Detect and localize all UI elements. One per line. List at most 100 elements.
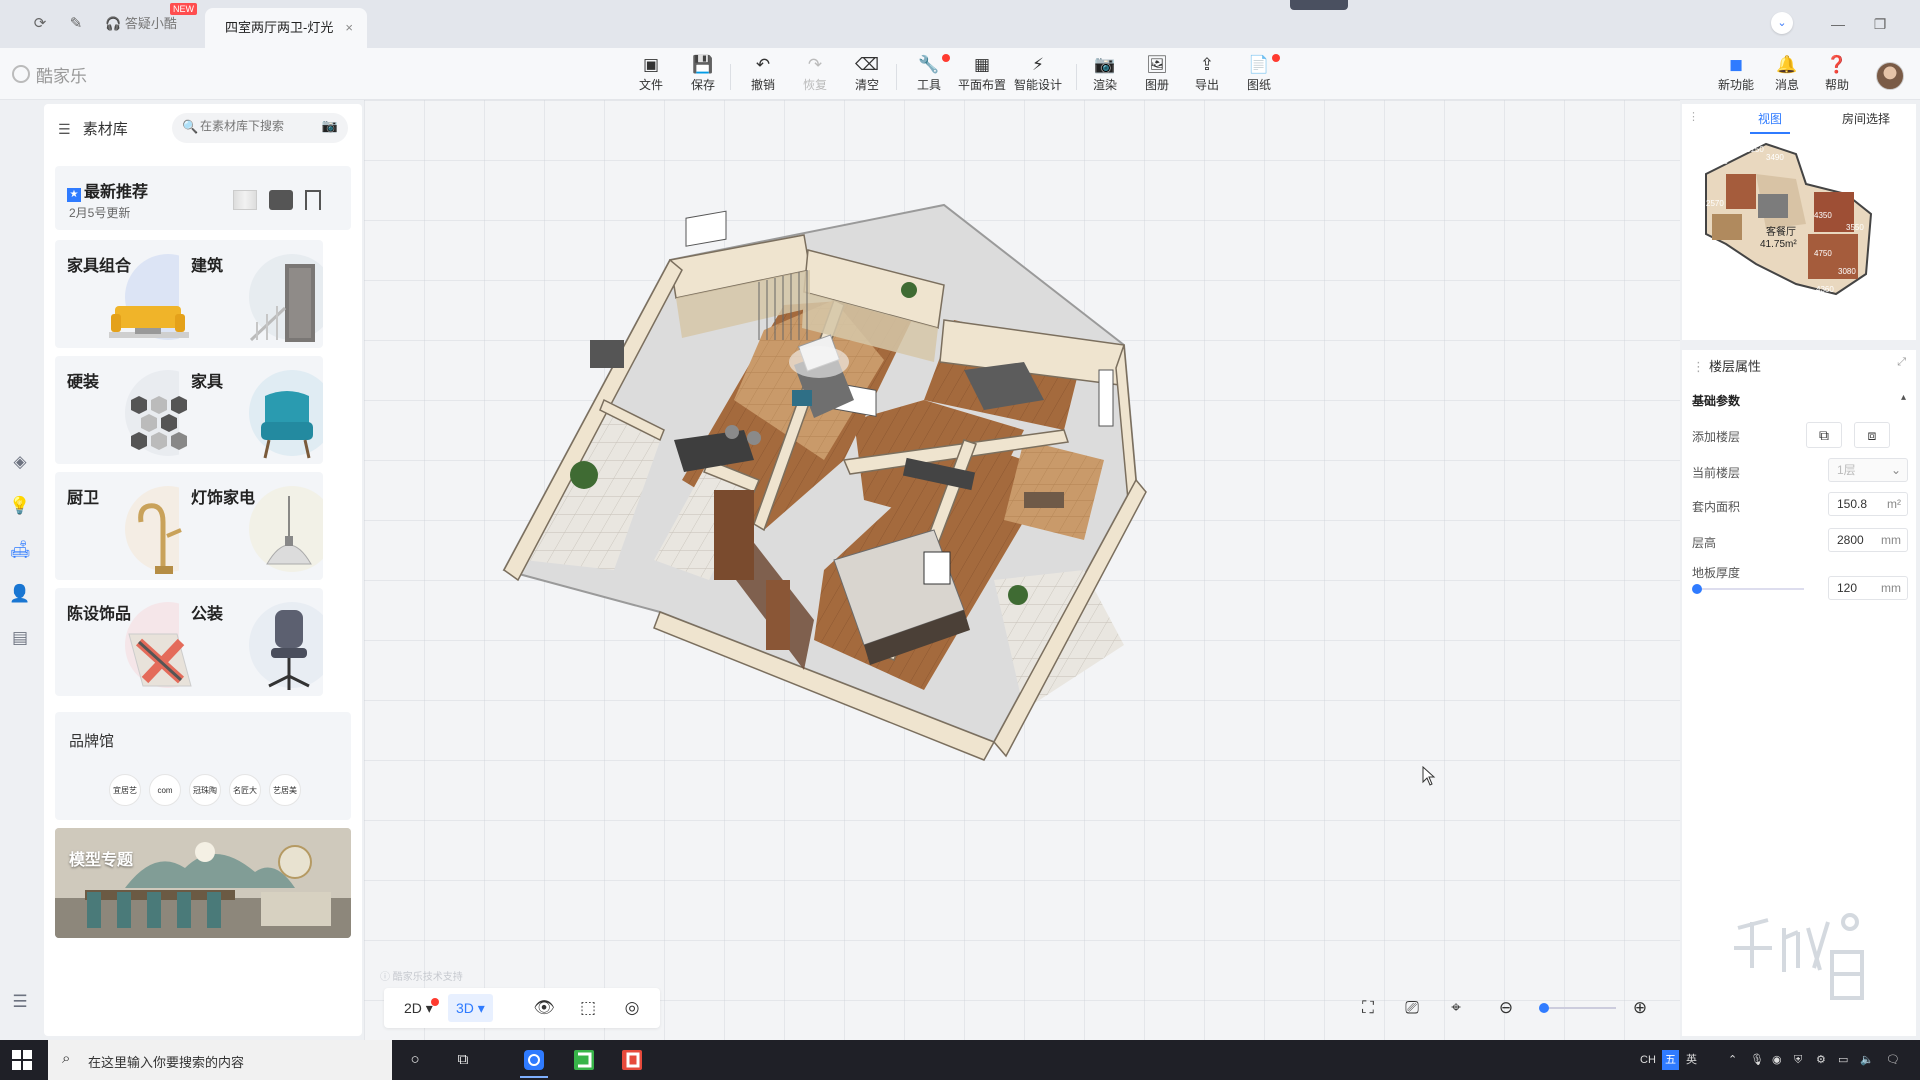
save-button[interactable]: 💾 保存	[688, 54, 718, 98]
add-floor-above-button[interactable]: ⧉	[1806, 422, 1842, 448]
cabinet-icon[interactable]: ▤	[8, 626, 32, 650]
render-button[interactable]: 📷 渲染	[1090, 54, 1120, 98]
layers-icon[interactable]: ◈	[8, 450, 32, 474]
floorplan-3d-view[interactable]	[364, 100, 1680, 1040]
floorplan-button[interactable]: ▦ 平面布置	[956, 54, 1008, 98]
category-kitchen-bath[interactable]: 厨卫	[55, 472, 199, 580]
category-hard-decor[interactable]: 硬装	[55, 356, 199, 464]
thickness-slider-knob[interactable]	[1692, 584, 1702, 594]
screenshot-icon[interactable]: ⛶	[1356, 996, 1380, 1020]
restore-icon[interactable]: ❐	[1866, 10, 1894, 38]
lightbulb-icon[interactable]: 💡	[8, 494, 32, 518]
user-icon[interactable]: 👤	[8, 582, 32, 606]
zoom-slider-knob[interactable]	[1538, 1003, 1549, 1013]
category-furniture[interactable]: 家具	[179, 356, 323, 464]
category-decoration[interactable]: 陈设饰品	[55, 588, 199, 696]
wechat-icon[interactable]: ◉	[1772, 1050, 1782, 1070]
design-canvas[interactable]	[364, 100, 1680, 1040]
network-icon[interactable]: ▭	[1838, 1050, 1848, 1070]
search-input[interactable]	[200, 119, 310, 133]
settings-icon[interactable]: ⚙	[1816, 1050, 1826, 1070]
taskbar-app-browser[interactable]	[514, 1042, 554, 1078]
camera-view-icon[interactable]: ⎚	[1400, 996, 1424, 1020]
category-architecture[interactable]: 建筑	[179, 240, 323, 348]
sofa-icon[interactable]: 🛋	[8, 538, 32, 562]
avatar[interactable]	[1876, 62, 1904, 90]
eye-icon[interactable]: 👁	[532, 996, 556, 1020]
smart-design-button[interactable]: ⚡ 智能设计	[1012, 54, 1064, 98]
add-floor-below-button[interactable]: ⧈	[1854, 422, 1890, 448]
zoom-in-icon[interactable]: ⊕	[1628, 996, 1652, 1020]
brand-logo[interactable]: 艺居美家	[269, 774, 301, 806]
windows-start-icon[interactable]	[12, 1050, 32, 1070]
minimap[interactable]: 客餐厅 41.75m² 3670 3150 3490 2570 3460 435…	[1696, 134, 1896, 314]
thickness-slider[interactable]	[1692, 584, 1804, 594]
category-lighting[interactable]: 灯饰家电	[179, 472, 323, 580]
minimize-icon[interactable]: —	[1824, 10, 1852, 38]
close-tab-icon[interactable]: ×	[345, 8, 353, 48]
cube-icon[interactable]: ⬚	[576, 996, 600, 1020]
redo-button[interactable]: ↷ 恢复	[800, 54, 830, 98]
tab-view[interactable]: 视图	[1749, 108, 1791, 134]
view-3d-button[interactable]: 3D ▾	[448, 994, 493, 1022]
category-office[interactable]: 公装	[179, 588, 323, 696]
messages-button[interactable]: 🔔 消息	[1772, 54, 1802, 98]
tab-help[interactable]: 🎧 答疑小酷 NEW	[105, 3, 197, 36]
taskbar-app-green[interactable]	[564, 1042, 604, 1078]
task-view-icon[interactable]: ⧉	[448, 1046, 478, 1074]
export-button[interactable]: ⇪ 导出	[1192, 54, 1222, 98]
messages-label: 消息	[1774, 78, 1799, 92]
tab-room-select[interactable]: 房间选择	[1842, 108, 1890, 130]
undo-button[interactable]: ↶ 撤销	[748, 54, 778, 98]
list-panel-icon[interactable]: ☰	[8, 990, 32, 1014]
area-field[interactable]: 150.8 m²	[1828, 492, 1908, 516]
microphone-icon[interactable]: 🎙	[1750, 1050, 1764, 1070]
brand-logo[interactable]: 冠珠陶瓷	[189, 774, 221, 806]
brand-hall[interactable]: 品牌馆 宜居艺术 com com 冠珠陶瓷 名匠大师 艺居美家	[55, 712, 351, 820]
category-furniture-set[interactable]: 家具组合	[55, 240, 199, 348]
ime-mode-icon[interactable]: 五	[1662, 1050, 1679, 1070]
drawings-button[interactable]: 📄 图纸	[1244, 54, 1280, 98]
file-button[interactable]: ▣ 文件	[636, 54, 666, 98]
view-2d-button[interactable]: 2D ▾	[396, 994, 441, 1022]
drag-handle-icon[interactable]: ⋮	[1692, 359, 1705, 374]
focus-icon[interactable]: ⌖	[1444, 996, 1468, 1020]
material-search[interactable]: 🔍 📷	[172, 113, 348, 143]
thickness-field[interactable]: 120 mm	[1828, 576, 1908, 600]
tab-design[interactable]: 四室两厅两卫-灯光 ×	[205, 8, 367, 48]
volume-icon[interactable]: 🔈	[1860, 1050, 1874, 1070]
camera-search-icon[interactable]: 📷	[322, 118, 338, 134]
refresh-icon[interactable]: ⟳	[28, 12, 52, 36]
pin-icon[interactable]: ✎	[64, 12, 88, 36]
compass-icon[interactable]: ◎	[620, 996, 644, 1020]
new-feature-button[interactable]: ◼ 新功能	[1716, 54, 1756, 98]
collapse-chevron-icon[interactable]: ⌄	[1771, 12, 1793, 34]
area-label: 套内面积	[1692, 500, 1741, 514]
cortana-icon[interactable]: ○	[400, 1046, 430, 1074]
expand-icon[interactable]: ⤢	[1897, 356, 1906, 369]
brand-logo[interactable]: 宜居艺术	[109, 774, 141, 806]
brand-logo[interactable]: com com	[149, 774, 181, 806]
tray-chevron-icon[interactable]: ⌃	[1728, 1050, 1737, 1070]
current-floor-select[interactable]: 1层 ⌄	[1828, 458, 1908, 482]
recommend-card[interactable]: ★ 最新推荐 2月5号更新	[55, 166, 351, 230]
model-topic-banner[interactable]: 模型专题	[55, 828, 351, 938]
tools-button[interactable]: 🔧 工具	[914, 54, 950, 98]
zoom-out-icon[interactable]: ⊖	[1494, 996, 1518, 1020]
window-drag-handle[interactable]	[1290, 0, 1348, 10]
notification-icon[interactable]: 🗨	[1886, 1050, 1900, 1070]
zoom-slider[interactable]	[1538, 1003, 1616, 1013]
taskbar-search[interactable]: ⌕ 在这里输入你要搜索的内容	[48, 1040, 392, 1080]
shield-icon[interactable]: ⛨	[1794, 1050, 1802, 1070]
drag-handle-icon[interactable]: ⋮	[1688, 110, 1699, 123]
help-button[interactable]: ❓ 帮助	[1822, 54, 1852, 98]
ime-language[interactable]: 英	[1686, 1050, 1697, 1070]
album-button[interactable]: 🖼 图册	[1142, 54, 1172, 98]
height-field[interactable]: 2800 mm	[1828, 528, 1908, 552]
collapse-caret-icon[interactable]: ▴	[1901, 392, 1906, 403]
taskbar-app-red[interactable]	[612, 1042, 652, 1078]
brand-logo[interactable]: 名匠大师	[229, 774, 261, 806]
ime-indicator[interactable]: CH	[1640, 1050, 1656, 1070]
headset-icon: 🎧	[105, 16, 122, 31]
clear-button[interactable]: ⌫ 清空	[852, 54, 882, 98]
